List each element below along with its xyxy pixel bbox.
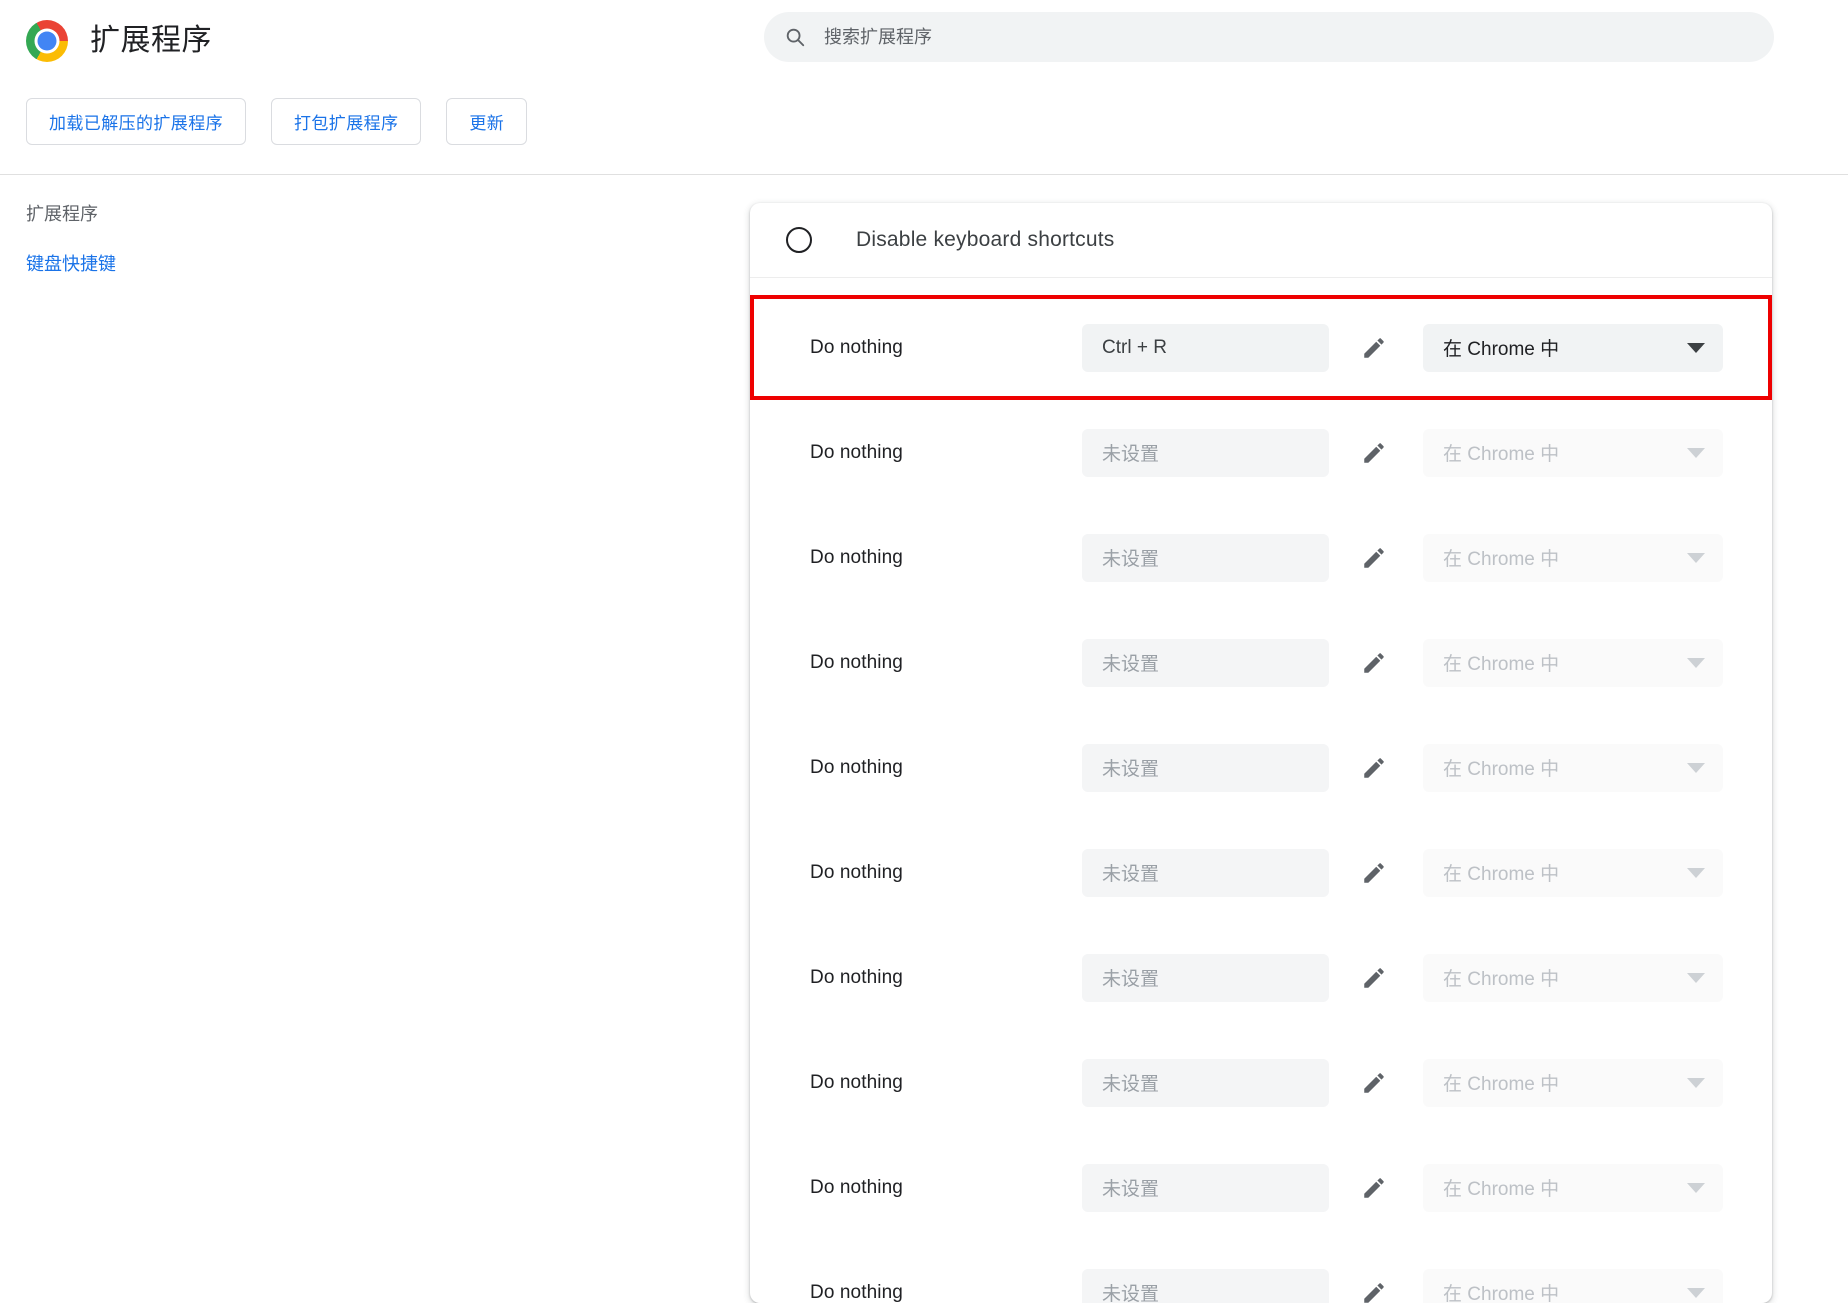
pack-extension-button[interactable]: 打包扩展程序: [271, 98, 421, 145]
table-row: Do nothing未设置 在 Chrome 中: [750, 505, 1772, 610]
chevron-down-icon: [1687, 1078, 1705, 1088]
table-row: Do nothingCtrl + R 在 Chrome 中: [750, 295, 1772, 400]
scope-select-value: 在 Chrome 中: [1443, 754, 1559, 781]
shortcut-input: 未设置: [1082, 639, 1329, 687]
sidebar-heading: 扩展程序: [26, 200, 98, 226]
command-name: Do nothing: [810, 337, 1082, 359]
top-bar: 扩展程序 加载已解压的扩展程序 打包扩展程序 更新: [0, 0, 1848, 175]
pencil-edit-icon[interactable]: [1361, 1070, 1387, 1096]
command-name: Do nothing: [810, 1282, 1082, 1303]
scope-select-value: 在 Chrome 中: [1443, 649, 1559, 676]
pencil-edit-icon[interactable]: [1361, 755, 1387, 781]
shortcut-input[interactable]: Ctrl + R: [1082, 324, 1329, 372]
card-title: Disable keyboard shortcuts: [856, 228, 1115, 252]
scope-select-value: 在 Chrome 中: [1443, 439, 1559, 466]
table-row: Do nothing未设置 在 Chrome 中: [750, 715, 1772, 820]
shortcut-input: 未设置: [1082, 849, 1329, 897]
table-row: Do nothing未设置 在 Chrome 中: [750, 820, 1772, 925]
pencil-edit-icon[interactable]: [1361, 965, 1387, 991]
chevron-down-icon: [1687, 553, 1705, 563]
pencil-edit-icon[interactable]: [1361, 1175, 1387, 1201]
scope-select: 在 Chrome 中: [1423, 1269, 1723, 1303]
shortcut-input: 未设置: [1082, 1269, 1329, 1303]
chevron-down-icon: [1687, 763, 1705, 773]
search-input[interactable]: [822, 12, 1754, 62]
search-icon: [784, 26, 806, 48]
card-header: Disable keyboard shortcuts: [750, 203, 1772, 278]
scope-select: 在 Chrome 中: [1423, 744, 1723, 792]
sidebar-item-keyboard-shortcuts[interactable]: 键盘快捷键: [26, 250, 116, 276]
header-button-row: 加载已解压的扩展程序 打包扩展程序 更新: [26, 98, 527, 145]
scope-select: 在 Chrome 中: [1423, 849, 1723, 897]
scope-select: 在 Chrome 中: [1423, 1164, 1723, 1212]
pencil-edit-icon[interactable]: [1361, 650, 1387, 676]
command-name: Do nothing: [810, 757, 1082, 779]
scope-select: 在 Chrome 中: [1423, 429, 1723, 477]
shortcut-input: 未设置: [1082, 1059, 1329, 1107]
scope-select-value: 在 Chrome 中: [1443, 1279, 1559, 1303]
scope-select-value: 在 Chrome 中: [1443, 544, 1559, 571]
scope-select: 在 Chrome 中: [1423, 639, 1723, 687]
table-row: Do nothing未设置 在 Chrome 中: [750, 1240, 1772, 1303]
load-unpacked-button[interactable]: 加载已解压的扩展程序: [26, 98, 246, 145]
chevron-down-icon: [1687, 1288, 1705, 1298]
radio-unchecked-icon[interactable]: [786, 227, 812, 253]
page-title: 扩展程序: [90, 20, 212, 62]
pencil-edit-icon[interactable]: [1361, 335, 1387, 361]
command-name: Do nothing: [810, 967, 1082, 989]
chevron-down-icon: [1687, 658, 1705, 668]
scope-select-value: 在 Chrome 中: [1443, 1069, 1559, 1096]
shortcut-input: 未设置: [1082, 1164, 1329, 1212]
shortcut-input: 未设置: [1082, 429, 1329, 477]
update-button[interactable]: 更新: [446, 98, 527, 145]
shortcut-row-list: Do nothingCtrl + R在 Chrome 中Do nothing未设…: [750, 278, 1772, 1303]
scope-select[interactable]: 在 Chrome 中: [1423, 324, 1723, 372]
pencil-edit-icon[interactable]: [1361, 1280, 1387, 1303]
scope-select-value: 在 Chrome 中: [1443, 1174, 1559, 1201]
shortcut-input: 未设置: [1082, 534, 1329, 582]
chrome-logo-icon: [26, 20, 68, 62]
brand: 扩展程序: [26, 20, 212, 62]
chevron-down-icon: [1687, 868, 1705, 878]
search-bar[interactable]: [764, 12, 1774, 62]
pencil-edit-icon[interactable]: [1361, 860, 1387, 886]
chevron-down-icon: [1687, 1183, 1705, 1193]
table-row: Do nothing未设置 在 Chrome 中: [750, 1135, 1772, 1240]
shortcut-input: 未设置: [1082, 744, 1329, 792]
command-name: Do nothing: [810, 652, 1082, 674]
scope-select-value: 在 Chrome 中: [1443, 859, 1559, 886]
chevron-down-icon: [1687, 448, 1705, 458]
table-row: Do nothing未设置 在 Chrome 中: [750, 610, 1772, 715]
shortcuts-card: Disable keyboard shortcuts Do nothingCtr…: [750, 203, 1772, 1303]
pencil-edit-icon[interactable]: [1361, 440, 1387, 466]
scope-select: 在 Chrome 中: [1423, 954, 1723, 1002]
table-row: Do nothing未设置 在 Chrome 中: [750, 925, 1772, 1030]
shortcut-input: 未设置: [1082, 954, 1329, 1002]
table-row: Do nothing未设置 在 Chrome 中: [750, 400, 1772, 505]
scope-select-value: 在 Chrome 中: [1443, 964, 1559, 991]
command-name: Do nothing: [810, 862, 1082, 884]
command-name: Do nothing: [810, 1177, 1082, 1199]
scope-select: 在 Chrome 中: [1423, 534, 1723, 582]
command-name: Do nothing: [810, 1072, 1082, 1094]
scope-select-value: 在 Chrome 中: [1443, 334, 1559, 361]
scope-select: 在 Chrome 中: [1423, 1059, 1723, 1107]
chevron-down-icon: [1687, 343, 1705, 353]
sidebar: 扩展程序 键盘快捷键: [0, 175, 740, 1275]
table-row: Do nothing未设置 在 Chrome 中: [750, 1030, 1772, 1135]
chevron-down-icon: [1687, 973, 1705, 983]
command-name: Do nothing: [810, 547, 1082, 569]
command-name: Do nothing: [810, 442, 1082, 464]
pencil-edit-icon[interactable]: [1361, 545, 1387, 571]
